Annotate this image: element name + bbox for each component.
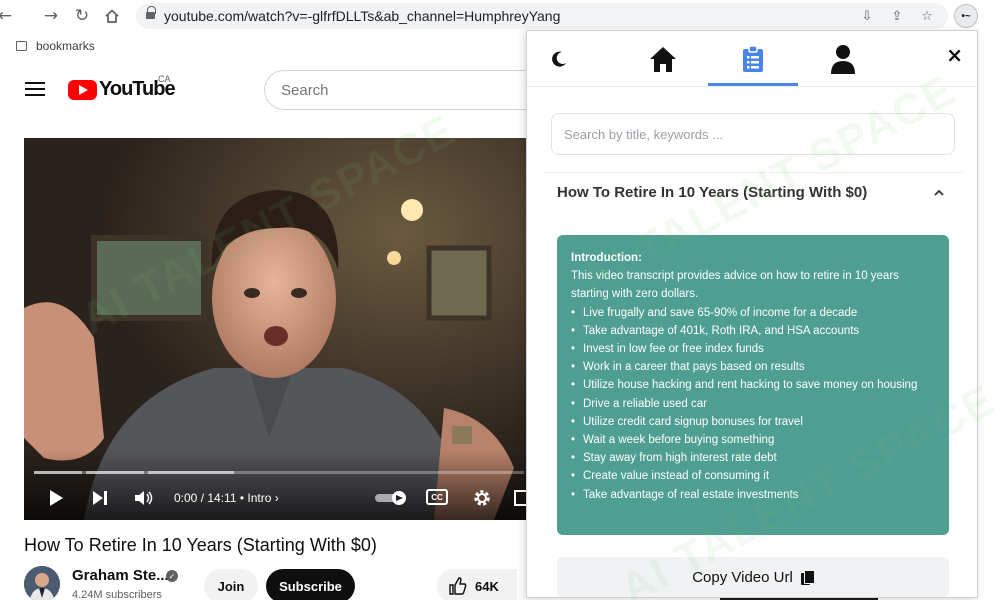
thumbs-up-icon [449,577,467,595]
channel-avatar[interactable] [24,566,60,600]
forward-icon[interactable]: → [40,5,62,27]
summary-bullet-list: Live frugally and save 65-90% of income … [571,304,935,504]
panel-search-placeholder: Search by title, keywords ... [564,127,723,142]
summary-bullet: Stay away from high interest rate debt [571,449,935,467]
settings-gear-icon[interactable] [470,486,494,510]
dark-mode-moon-icon[interactable] [539,39,579,79]
folder-icon [16,41,27,51]
accordion-video-title[interactable]: How To Retire In 10 Years (Starting With… [557,184,867,201]
share-icon[interactable]: ⇪ [888,7,906,25]
verified-check-icon: ✓ [166,570,178,582]
menu-icon[interactable] [25,82,45,97]
summary-bullet: Take advantage of 401k, Roth IRA, and HS… [571,322,935,340]
like-button[interactable]: 64K [437,569,517,600]
video-title: How To Retire In 10 Years (Starting With… [24,535,377,555]
summary-intro: This video transcript provides advice on… [571,270,899,301]
tab-summary-clipboard-icon[interactable] [733,39,773,79]
browser-toolbar: ← → ↻ youtube.com/watch?v=-glfrfDLLTs&ab… [0,0,1000,32]
progress-bar[interactable] [34,471,524,474]
url-text: youtube.com/watch?v=-glfrfDLLTs&ab_chann… [164,8,561,24]
summary-bullet: Drive a reliable used car [571,395,935,413]
summary-bullet: Utilize house hacking and rent hacking t… [571,376,935,394]
autoplay-toggle[interactable] [374,486,408,510]
copy-video-url-button[interactable]: Copy Video Url [557,557,949,597]
next-icon[interactable] [88,486,112,510]
lock-icon [146,6,156,21]
chapter-label[interactable]: Intro [247,491,271,505]
captions-button[interactable]: CC [426,489,448,505]
active-tab-indicator [708,83,798,86]
play-icon[interactable] [44,486,68,510]
summary-bullet: Utilize credit card signup bonuses for t… [571,413,935,431]
star-icon[interactable]: ☆ [918,7,936,25]
chevron-up-icon[interactable] [934,188,944,198]
join-button[interactable]: Join [204,569,258,600]
summary-bullet: Wait a week before buying something [571,431,935,449]
back-icon[interactable]: ← [0,5,16,27]
summary-heading: Introduction: [571,252,642,264]
like-count: 64K [475,578,499,594]
subscribe-button[interactable]: Subscribe [266,569,355,600]
summary-card: Introduction: This video transcript prov… [557,235,949,535]
summary-bullet: Take advantage of real estate investment… [571,486,935,504]
summary-bullet: Work in a career that pays based on resu… [571,358,935,376]
panel-tab-bar: × [527,31,977,87]
bookmarks-folder[interactable]: bookmarks [36,39,95,53]
copy-icon [800,569,815,585]
close-icon[interactable]: × [946,43,963,67]
volume-icon[interactable] [132,486,156,510]
youtube-logo-icon[interactable] [68,80,97,100]
summary-bullet: Invest in low fee or free index funds [571,340,935,358]
time-elapsed: 0:00 / 14:11 [174,491,237,505]
subscriber-count: 4.24M subscribers [72,589,162,600]
panel-search-input[interactable]: Search by title, keywords ... [551,113,955,155]
install-icon[interactable]: ⇩ [858,7,876,25]
address-bar[interactable]: youtube.com/watch?v=-glfrfDLLTs&ab_chann… [136,3,948,29]
channel-name[interactable]: Graham Ste... [72,567,169,584]
summary-bullet: Create value instead of consuming it [571,467,935,485]
time-display: 0:00 / 14:11 • Intro › [174,491,279,505]
extension-panel: × Search by title, keywords ... How To R… [526,30,978,598]
chapter-arrow-icon[interactable]: › [275,491,279,505]
divider [543,172,963,173]
search-placeholder: Search [281,82,329,99]
copy-video-url-label: Copy Video Url [692,568,793,586]
miniplayer-icon[interactable] [514,486,526,510]
summary-bullet: Live frugally and save 65-90% of income … [571,304,935,322]
youtube-search-input[interactable]: Search [264,70,564,110]
extension-icon[interactable]: •~ [954,4,978,28]
tab-profile-user-icon[interactable] [823,39,863,79]
home-icon[interactable] [101,5,123,27]
video-player[interactable]: 0:00 / 14:11 • Intro › CC [24,138,526,520]
country-code: CA [158,74,171,84]
reload-icon[interactable]: ↻ [71,5,93,27]
tab-home-icon[interactable] [643,39,683,79]
